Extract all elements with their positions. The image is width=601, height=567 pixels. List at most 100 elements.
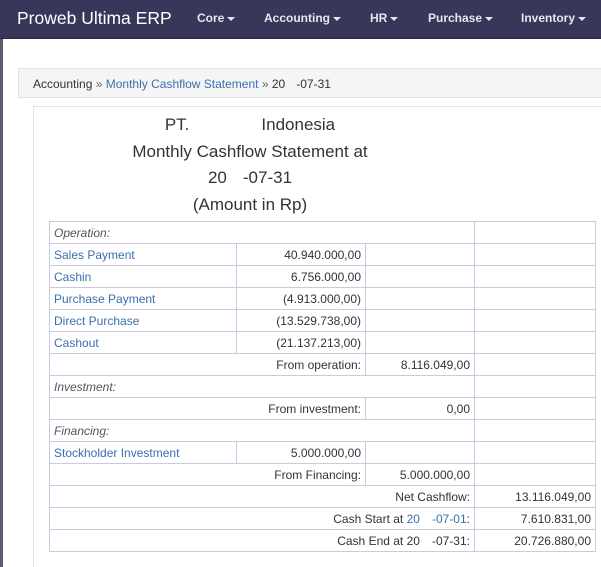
cash-start-date: -07-01 (431, 511, 467, 526)
table-row: Cashout (21.137.213,00) (49, 331, 596, 354)
company-prefix: PT. (164, 115, 190, 134)
cash-end-date-rest: -07-31 (431, 533, 467, 548)
menu-purchase[interactable]: Purchase (428, 11, 494, 25)
caret-down-icon (578, 16, 587, 21)
empty-cell (365, 287, 475, 310)
from-financing-value: 5.000.000,00 (365, 463, 475, 486)
table-row: Sales Payment 40.940.000,00 (49, 243, 596, 266)
cash-start-year: 20 (406, 511, 420, 526)
section-investment-label: Investment: (49, 375, 475, 398)
net-cashflow-value: 13.116.049,00 (474, 485, 596, 508)
section-financing-label: Financing: (49, 419, 475, 442)
cash-end-colon: : (466, 533, 470, 548)
empty-cell (474, 397, 596, 420)
report-date: 20 -07-31 (0, 168, 500, 188)
empty-cell (474, 331, 596, 354)
menu-core[interactable]: Core (197, 11, 236, 25)
menu-accounting[interactable]: Accounting (264, 11, 341, 25)
amount-cell: (21.137.213,00) (236, 331, 366, 354)
empty-cell (474, 265, 596, 288)
from-operation-label: From operation: (49, 353, 366, 376)
cash-start-date-link[interactable]: 20 -07-01 (407, 512, 467, 526)
row-link-stockholder-investment[interactable]: Stockholder Investment (49, 441, 237, 464)
empty-cell (365, 331, 475, 354)
row-link-cashout[interactable]: Cashout (49, 331, 237, 354)
table-row: Financing: (49, 419, 596, 442)
table-row: Cash End at 20 -07-31: 20.726.880,00 (49, 529, 596, 552)
breadcrumb-text: Accounting » Monthly Cashflow Statement … (33, 77, 331, 91)
from-financing-label: From Financing: (49, 463, 366, 486)
empty-cell (365, 441, 475, 464)
table-row: Operation: (49, 221, 596, 244)
menu-core-label: Core (197, 11, 225, 25)
menu-accounting-label: Accounting (264, 11, 330, 25)
from-operation-value: 8.116.049,00 (365, 353, 475, 376)
breadcrumb-current-year: 20 (271, 77, 286, 91)
breadcrumb-root: Accounting (33, 77, 93, 91)
cashflow-table: Operation: Sales Payment 40.940.000,00 C… (49, 221, 596, 552)
cash-start-value: 7.610.831,00 (474, 507, 596, 530)
cash-end-value: 20.726.880,00 (474, 529, 596, 552)
amount-cell: 6.756.000,00 (236, 265, 366, 288)
currency-note: (Amount in Rp) (192, 195, 308, 214)
report-title: Monthly Cashflow Statement at (132, 142, 368, 161)
caret-down-icon (227, 16, 236, 21)
empty-cell (474, 463, 596, 486)
menu-purchase-label: Purchase (428, 11, 483, 25)
row-link-purchase-payment[interactable]: Purchase Payment (49, 287, 237, 310)
menu-inventory-label: Inventory (521, 11, 576, 25)
table-row: Cash Start at 20 -07-01: 7.610.831,00 (49, 507, 596, 530)
empty-cell (474, 419, 596, 442)
empty-cell (365, 309, 475, 332)
table-row: Investment: (49, 375, 596, 398)
table-row: From investment: 0,00 (49, 397, 596, 420)
empty-cell (365, 243, 475, 266)
menu-hr[interactable]: HR (370, 11, 399, 25)
cash-end-date: 20 -07-31 (407, 534, 467, 548)
table-row: Cashin 6.756.000,00 (49, 265, 596, 288)
amount-cell: 5.000.000,00 (236, 441, 366, 464)
amount-cell: (4.913.000,00) (236, 287, 366, 310)
empty-cell (474, 309, 596, 332)
row-link-sales-payment[interactable]: Sales Payment (49, 243, 237, 266)
table-row: Direct Purchase (13.529.738,00) (49, 309, 596, 332)
menu-hr-label: HR (370, 11, 388, 25)
company-name: PT. Indonesia (0, 115, 500, 135)
breadcrumb-current-date: -07-31 (296, 77, 331, 91)
report-date-year: 20 (207, 168, 227, 187)
caret-down-icon (333, 16, 341, 21)
menu-inventory[interactable]: Inventory (521, 11, 587, 25)
report-date-rest: -07-31 (242, 168, 293, 187)
company-suffix: Indonesia (261, 115, 336, 134)
cash-start-prefix: Cash Start at (333, 511, 404, 526)
empty-cell (365, 265, 475, 288)
top-navbar: Proweb Ultima ERP Core Accounting HR Pur… (0, 0, 601, 39)
breadcrumb-separator: » (261, 77, 269, 91)
cash-end-year: 20 (406, 533, 420, 548)
amount-cell: (13.529.738,00) (236, 309, 366, 332)
net-cashflow-label: Net Cashflow: (49, 485, 475, 508)
table-row: From Financing: 5.000.000,00 (49, 463, 596, 486)
cash-end-label: Cash End at 20 -07-31: (49, 529, 475, 552)
row-link-direct-purchase[interactable]: Direct Purchase (49, 309, 237, 332)
empty-cell (474, 221, 596, 244)
empty-cell (474, 243, 596, 266)
section-operation-label: Operation: (49, 221, 475, 244)
empty-cell (474, 353, 596, 376)
table-row: Net Cashflow: 13.116.049,00 (49, 485, 596, 508)
breadcrumb: Accounting » Monthly Cashflow Statement … (18, 68, 601, 98)
from-investment-value: 0,00 (365, 397, 475, 420)
brand-link[interactable]: Proweb Ultima ERP (17, 8, 172, 29)
breadcrumb-separator: » (95, 77, 103, 91)
cash-start-label: Cash Start at 20 -07-01: (49, 507, 475, 530)
breadcrumb-link-statement[interactable]: Monthly Cashflow Statement (106, 77, 259, 91)
empty-cell (474, 287, 596, 310)
from-investment-label: From investment: (49, 397, 366, 420)
breadcrumb-current: 20 -07-31 (272, 77, 331, 91)
empty-cell (474, 375, 596, 398)
cash-end-prefix: Cash End at (337, 533, 404, 548)
cash-start-colon: : (466, 511, 470, 526)
table-row: From operation: 8.116.049,00 (49, 353, 596, 376)
table-row: Stockholder Investment 5.000.000,00 (49, 441, 596, 464)
row-link-cashin[interactable]: Cashin (49, 265, 237, 288)
